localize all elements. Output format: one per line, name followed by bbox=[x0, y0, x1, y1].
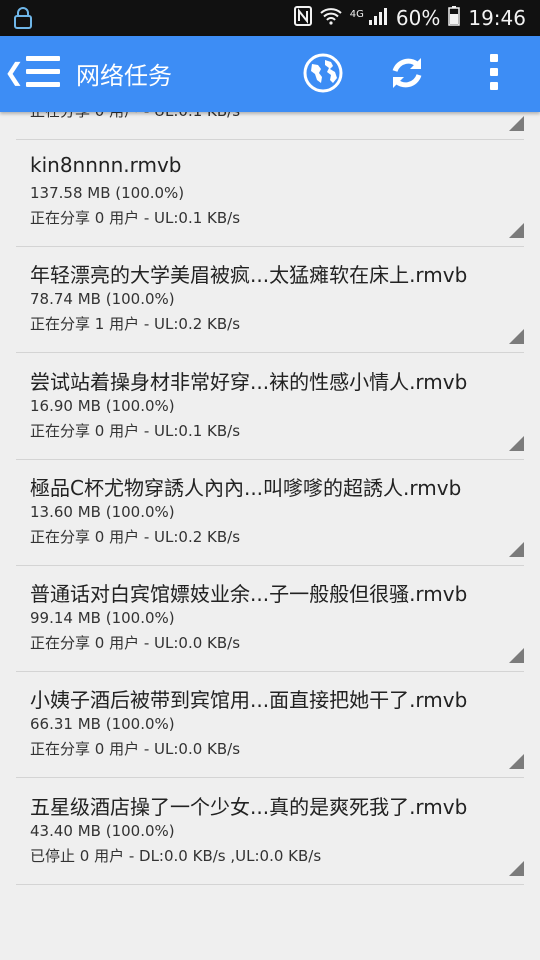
lock-icon bbox=[12, 6, 34, 34]
expand-corner-icon[interactable] bbox=[509, 542, 524, 557]
expand-corner-icon[interactable] bbox=[509, 861, 524, 876]
task-size: 43.40 MB (100.0%) bbox=[30, 822, 175, 840]
network-type-label: 4G bbox=[349, 8, 364, 20]
expand-corner-icon[interactable] bbox=[509, 754, 524, 769]
more-vert-icon[interactable] bbox=[484, 54, 504, 94]
task-item[interactable]: 年轻漂亮的大学美眉被疯...太猛瘫软在床上.rmvb 78.74 MB (100… bbox=[16, 246, 524, 353]
task-name: 小姨子酒后被带到宾馆用...面直接把她干了.rmvb bbox=[30, 688, 468, 712]
task-status: 正在分享 0 用户 - UL:0.0 KB/s bbox=[30, 740, 241, 758]
task-item[interactable]: 尝试站着操身材非常好穿...袜的性感小情人.rmvb 16.90 MB (100… bbox=[16, 353, 524, 460]
task-item[interactable]: 小姨子酒后被带到宾馆用...面直接把她干了.rmvb 66.31 MB (100… bbox=[16, 671, 524, 778]
menu-icon[interactable] bbox=[26, 56, 60, 92]
globe-icon[interactable] bbox=[302, 52, 344, 98]
nfc-icon bbox=[293, 5, 312, 31]
task-item[interactable]: kin8nnnn.rmvb 137.58 MB (100.0%) 正在分享 0 … bbox=[16, 140, 524, 247]
task-size: 137.58 MB (100.0%) bbox=[30, 184, 185, 202]
chevron-left-icon[interactable]: ❮ bbox=[4, 58, 24, 86]
wifi-icon bbox=[320, 6, 342, 30]
page-title: 网络任务 bbox=[76, 62, 172, 90]
task-status: 正在分享 0 用户 - UL:0.1 KB/s bbox=[30, 209, 241, 227]
app-bar: ❮ 网络任务 bbox=[0, 36, 540, 112]
signal-icon bbox=[368, 6, 388, 30]
task-name: 年轻漂亮的大学美眉被疯...太猛瘫软在床上.rmvb bbox=[30, 263, 468, 287]
task-status: 正在分享 0 用户 - UL:0.0 KB/s bbox=[30, 634, 241, 652]
task-status: 正在分享 0 用户 - UL:0.1 KB/s bbox=[30, 112, 240, 121]
refresh-icon[interactable] bbox=[386, 52, 428, 98]
task-status: 正在分享 0 用户 - UL:0.2 KB/s bbox=[30, 528, 241, 546]
task-name: 五星级酒店操了一个少女...真的是爽死我了.rmvb bbox=[30, 795, 468, 819]
battery-icon bbox=[448, 5, 461, 31]
task-item[interactable]: 普通话对白宾馆嫖妓业余...子一般般但很骚.rmvb 99.14 MB (100… bbox=[16, 565, 524, 672]
task-name: 極品C杯尤物穿誘人內內...叫嗲嗲的超誘人.rmvb bbox=[30, 476, 462, 500]
battery-percent: 60% bbox=[395, 6, 441, 30]
task-size: 66.31 MB (100.0%) bbox=[30, 715, 175, 733]
task-name: kin8nnnn.rmvb bbox=[30, 153, 182, 177]
task-size: 13.60 MB (100.0%) bbox=[30, 503, 175, 521]
expand-corner-icon[interactable] bbox=[509, 223, 524, 238]
expand-corner-icon[interactable] bbox=[509, 116, 524, 131]
clock: 19:46 bbox=[468, 6, 526, 30]
task-size: 78.74 MB (100.0%) bbox=[30, 290, 175, 308]
task-size: 99.14 MB (100.0%) bbox=[30, 609, 175, 627]
task-item[interactable]: 正在分享 0 用户 - UL:0.1 KB/s bbox=[16, 112, 524, 140]
task-name: 普通话对白宾馆嫖妓业余...子一般般但很骚.rmvb bbox=[30, 582, 468, 606]
task-list: 正在分享 0 用户 - UL:0.1 KB/s kin8nnnn.rmvb 13… bbox=[0, 112, 540, 960]
task-size: 16.90 MB (100.0%) bbox=[30, 397, 175, 415]
task-status: 正在分享 0 用户 - UL:0.1 KB/s bbox=[30, 422, 241, 440]
status-bar: 4G 60% 19:46 bbox=[0, 0, 540, 36]
expand-corner-icon[interactable] bbox=[509, 436, 524, 451]
task-item[interactable]: 極品C杯尤物穿誘人內內...叫嗲嗲的超誘人.rmvb 13.60 MB (100… bbox=[16, 459, 524, 566]
task-status: 正在分享 1 用户 - UL:0.2 KB/s bbox=[30, 315, 241, 333]
task-status: 已停止 0 用户 - DL:0.0 KB/s ,UL:0.0 KB/s bbox=[30, 847, 322, 865]
task-name: 尝试站着操身材非常好穿...袜的性感小情人.rmvb bbox=[30, 370, 468, 394]
expand-corner-icon[interactable] bbox=[509, 648, 524, 663]
expand-corner-icon[interactable] bbox=[509, 329, 524, 344]
task-item[interactable]: 五星级酒店操了一个少女...真的是爽死我了.rmvb 43.40 MB (100… bbox=[16, 778, 524, 885]
